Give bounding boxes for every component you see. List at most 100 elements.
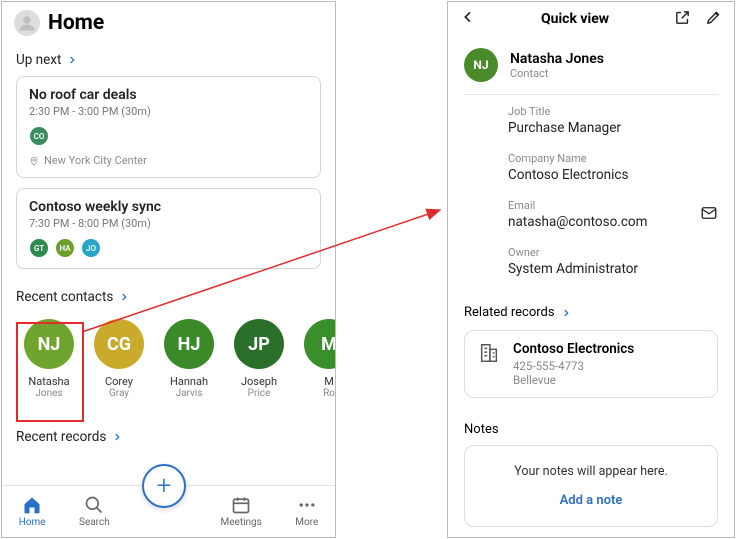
contact-item[interactable]: NJ Natasha Jones bbox=[22, 319, 76, 399]
contacts-scroller[interactable]: NJ Natasha Jones CG Corey Gray HJ Hannah… bbox=[2, 313, 335, 401]
chevron-right-icon bbox=[112, 432, 122, 442]
related-records-label: Related records bbox=[464, 305, 555, 320]
profile-avatar-icon[interactable] bbox=[14, 10, 40, 36]
event-card[interactable]: No roof car deals 2:30 PM - 3:00 PM (30m… bbox=[16, 76, 321, 178]
tab-meetings-label: Meetings bbox=[221, 517, 262, 528]
attendee-avatar: HA bbox=[55, 238, 75, 258]
field-job-title: Job Title Purchase Manager bbox=[508, 97, 718, 144]
tab-more[interactable]: More bbox=[295, 495, 318, 528]
field-label: Owner bbox=[508, 246, 718, 259]
notes-empty-text: Your notes will appear here. bbox=[514, 464, 668, 479]
attendee-avatar: CO bbox=[29, 126, 49, 146]
attendee-avatar: JO bbox=[81, 238, 101, 258]
up-next-header[interactable]: Up next bbox=[2, 42, 335, 76]
contact-item[interactable]: CG Corey Gray bbox=[92, 319, 146, 399]
field-value: Purchase Manager bbox=[508, 120, 718, 136]
recent-contacts-header[interactable]: Recent contacts bbox=[2, 279, 335, 313]
tab-search[interactable]: Search bbox=[79, 495, 110, 528]
field-owner: Owner System Administrator bbox=[508, 238, 718, 285]
recent-records-label: Recent records bbox=[16, 429, 106, 445]
tab-meetings[interactable]: Meetings bbox=[221, 495, 262, 528]
contact-avatar: NJ bbox=[464, 48, 498, 82]
home-screen: Home Up next No roof car deals 2:30 PM -… bbox=[1, 1, 336, 538]
field-value: natasha@contoso.com bbox=[508, 214, 647, 230]
contact-last-name: Jones bbox=[35, 388, 62, 399]
event-location: New York City Center bbox=[29, 154, 308, 167]
recent-contacts-label: Recent contacts bbox=[16, 289, 113, 305]
more-icon bbox=[297, 495, 317, 515]
quick-view-title: Quick view bbox=[476, 11, 674, 27]
contact-type: Contact bbox=[510, 67, 604, 80]
related-records-header[interactable]: Related records bbox=[448, 291, 734, 328]
event-time: 2:30 PM - 3:00 PM (30m) bbox=[29, 105, 308, 118]
event-title: Contoso weekly sync bbox=[29, 199, 308, 215]
contact-avatar: CG bbox=[94, 319, 144, 369]
tab-home[interactable]: Home bbox=[19, 495, 46, 528]
related-name: Contoso Electronics bbox=[513, 341, 634, 357]
pencil-icon bbox=[705, 9, 722, 26]
event-location-text: New York City Center bbox=[44, 154, 147, 167]
chevron-right-icon bbox=[67, 55, 77, 65]
contact-item[interactable]: HJ Hannah Jarvis bbox=[162, 319, 216, 399]
related-record-card[interactable]: Contoso Electronics 425-555-4773 Bellevu… bbox=[464, 330, 718, 398]
contact-item[interactable]: M M Ro bbox=[302, 319, 335, 399]
contact-avatar: NJ bbox=[24, 319, 74, 369]
chevron-left-icon bbox=[460, 9, 476, 25]
tab-more-label: More bbox=[295, 517, 318, 528]
tab-search-label: Search bbox=[79, 517, 110, 528]
calendar-icon bbox=[231, 495, 251, 515]
contact-avatar: M bbox=[304, 319, 335, 369]
field-label: Company Name bbox=[508, 152, 718, 165]
tab-home-label: Home bbox=[19, 517, 46, 528]
contact-first-name: Corey bbox=[105, 375, 133, 388]
contact-last-name: Price bbox=[248, 388, 271, 399]
field-label: Email bbox=[508, 199, 647, 212]
chevron-right-icon bbox=[561, 308, 571, 318]
add-note-button[interactable]: Add a note bbox=[560, 493, 623, 508]
contact-name: Natasha Jones bbox=[510, 51, 604, 67]
home-icon bbox=[22, 495, 42, 515]
notes-card: Your notes will appear here. Add a note bbox=[464, 445, 718, 527]
attendee-avatar: GT bbox=[29, 238, 49, 258]
quick-view-header: Quick view bbox=[448, 2, 734, 36]
quick-view-screen: Quick view NJ Natasha Jones Contact Job … bbox=[447, 1, 735, 538]
back-button[interactable] bbox=[460, 9, 476, 29]
contact-item[interactable]: JP Joseph Price bbox=[232, 319, 286, 399]
open-external-button[interactable] bbox=[674, 9, 691, 30]
edit-button[interactable] bbox=[705, 9, 722, 30]
attendee-chips: GT HA JO bbox=[29, 238, 308, 258]
related-city: Bellevue bbox=[513, 373, 634, 387]
notes-label: Notes bbox=[448, 404, 734, 443]
contact-fields: Job Title Purchase Manager Company Name … bbox=[448, 95, 734, 291]
contact-avatar: HJ bbox=[164, 319, 214, 369]
event-card[interactable]: Contoso weekly sync 7:30 PM - 8:00 PM (3… bbox=[16, 188, 321, 269]
contact-first-name: Joseph bbox=[241, 375, 277, 388]
event-title: No roof car deals bbox=[29, 87, 308, 103]
contact-last-name: Gray bbox=[109, 388, 129, 399]
chevron-right-icon bbox=[119, 292, 129, 302]
event-time: 7:30 PM - 8:00 PM (30m) bbox=[29, 217, 308, 230]
field-label: Job Title bbox=[508, 105, 718, 118]
location-pin-icon bbox=[29, 155, 39, 167]
contact-first-name: Natasha bbox=[28, 375, 69, 388]
add-button[interactable]: + bbox=[142, 464, 186, 508]
field-company: Company Name Contoso Electronics bbox=[508, 144, 718, 191]
attendee-chips: CO bbox=[29, 126, 308, 146]
contact-last-name: Ro bbox=[323, 388, 335, 399]
open-external-icon bbox=[674, 9, 691, 26]
page-title: Home bbox=[48, 11, 104, 35]
contact-identity-row: NJ Natasha Jones Contact bbox=[448, 36, 734, 94]
recent-records-header[interactable]: Recent records bbox=[2, 419, 335, 453]
bottom-tab-bar: + Home Search Meetings More bbox=[2, 485, 335, 537]
contact-avatar: JP bbox=[234, 319, 284, 369]
mail-icon bbox=[700, 204, 718, 222]
field-value: System Administrator bbox=[508, 261, 718, 277]
building-icon bbox=[477, 341, 501, 365]
related-phone: 425-555-4773 bbox=[513, 359, 634, 373]
field-value: Contoso Electronics bbox=[508, 167, 718, 183]
contact-first-name: Hannah bbox=[170, 375, 208, 388]
email-action-button[interactable] bbox=[700, 204, 718, 226]
field-email: Email natasha@contoso.com bbox=[508, 191, 718, 238]
search-icon bbox=[84, 495, 104, 515]
contact-first-name: M bbox=[324, 375, 334, 388]
